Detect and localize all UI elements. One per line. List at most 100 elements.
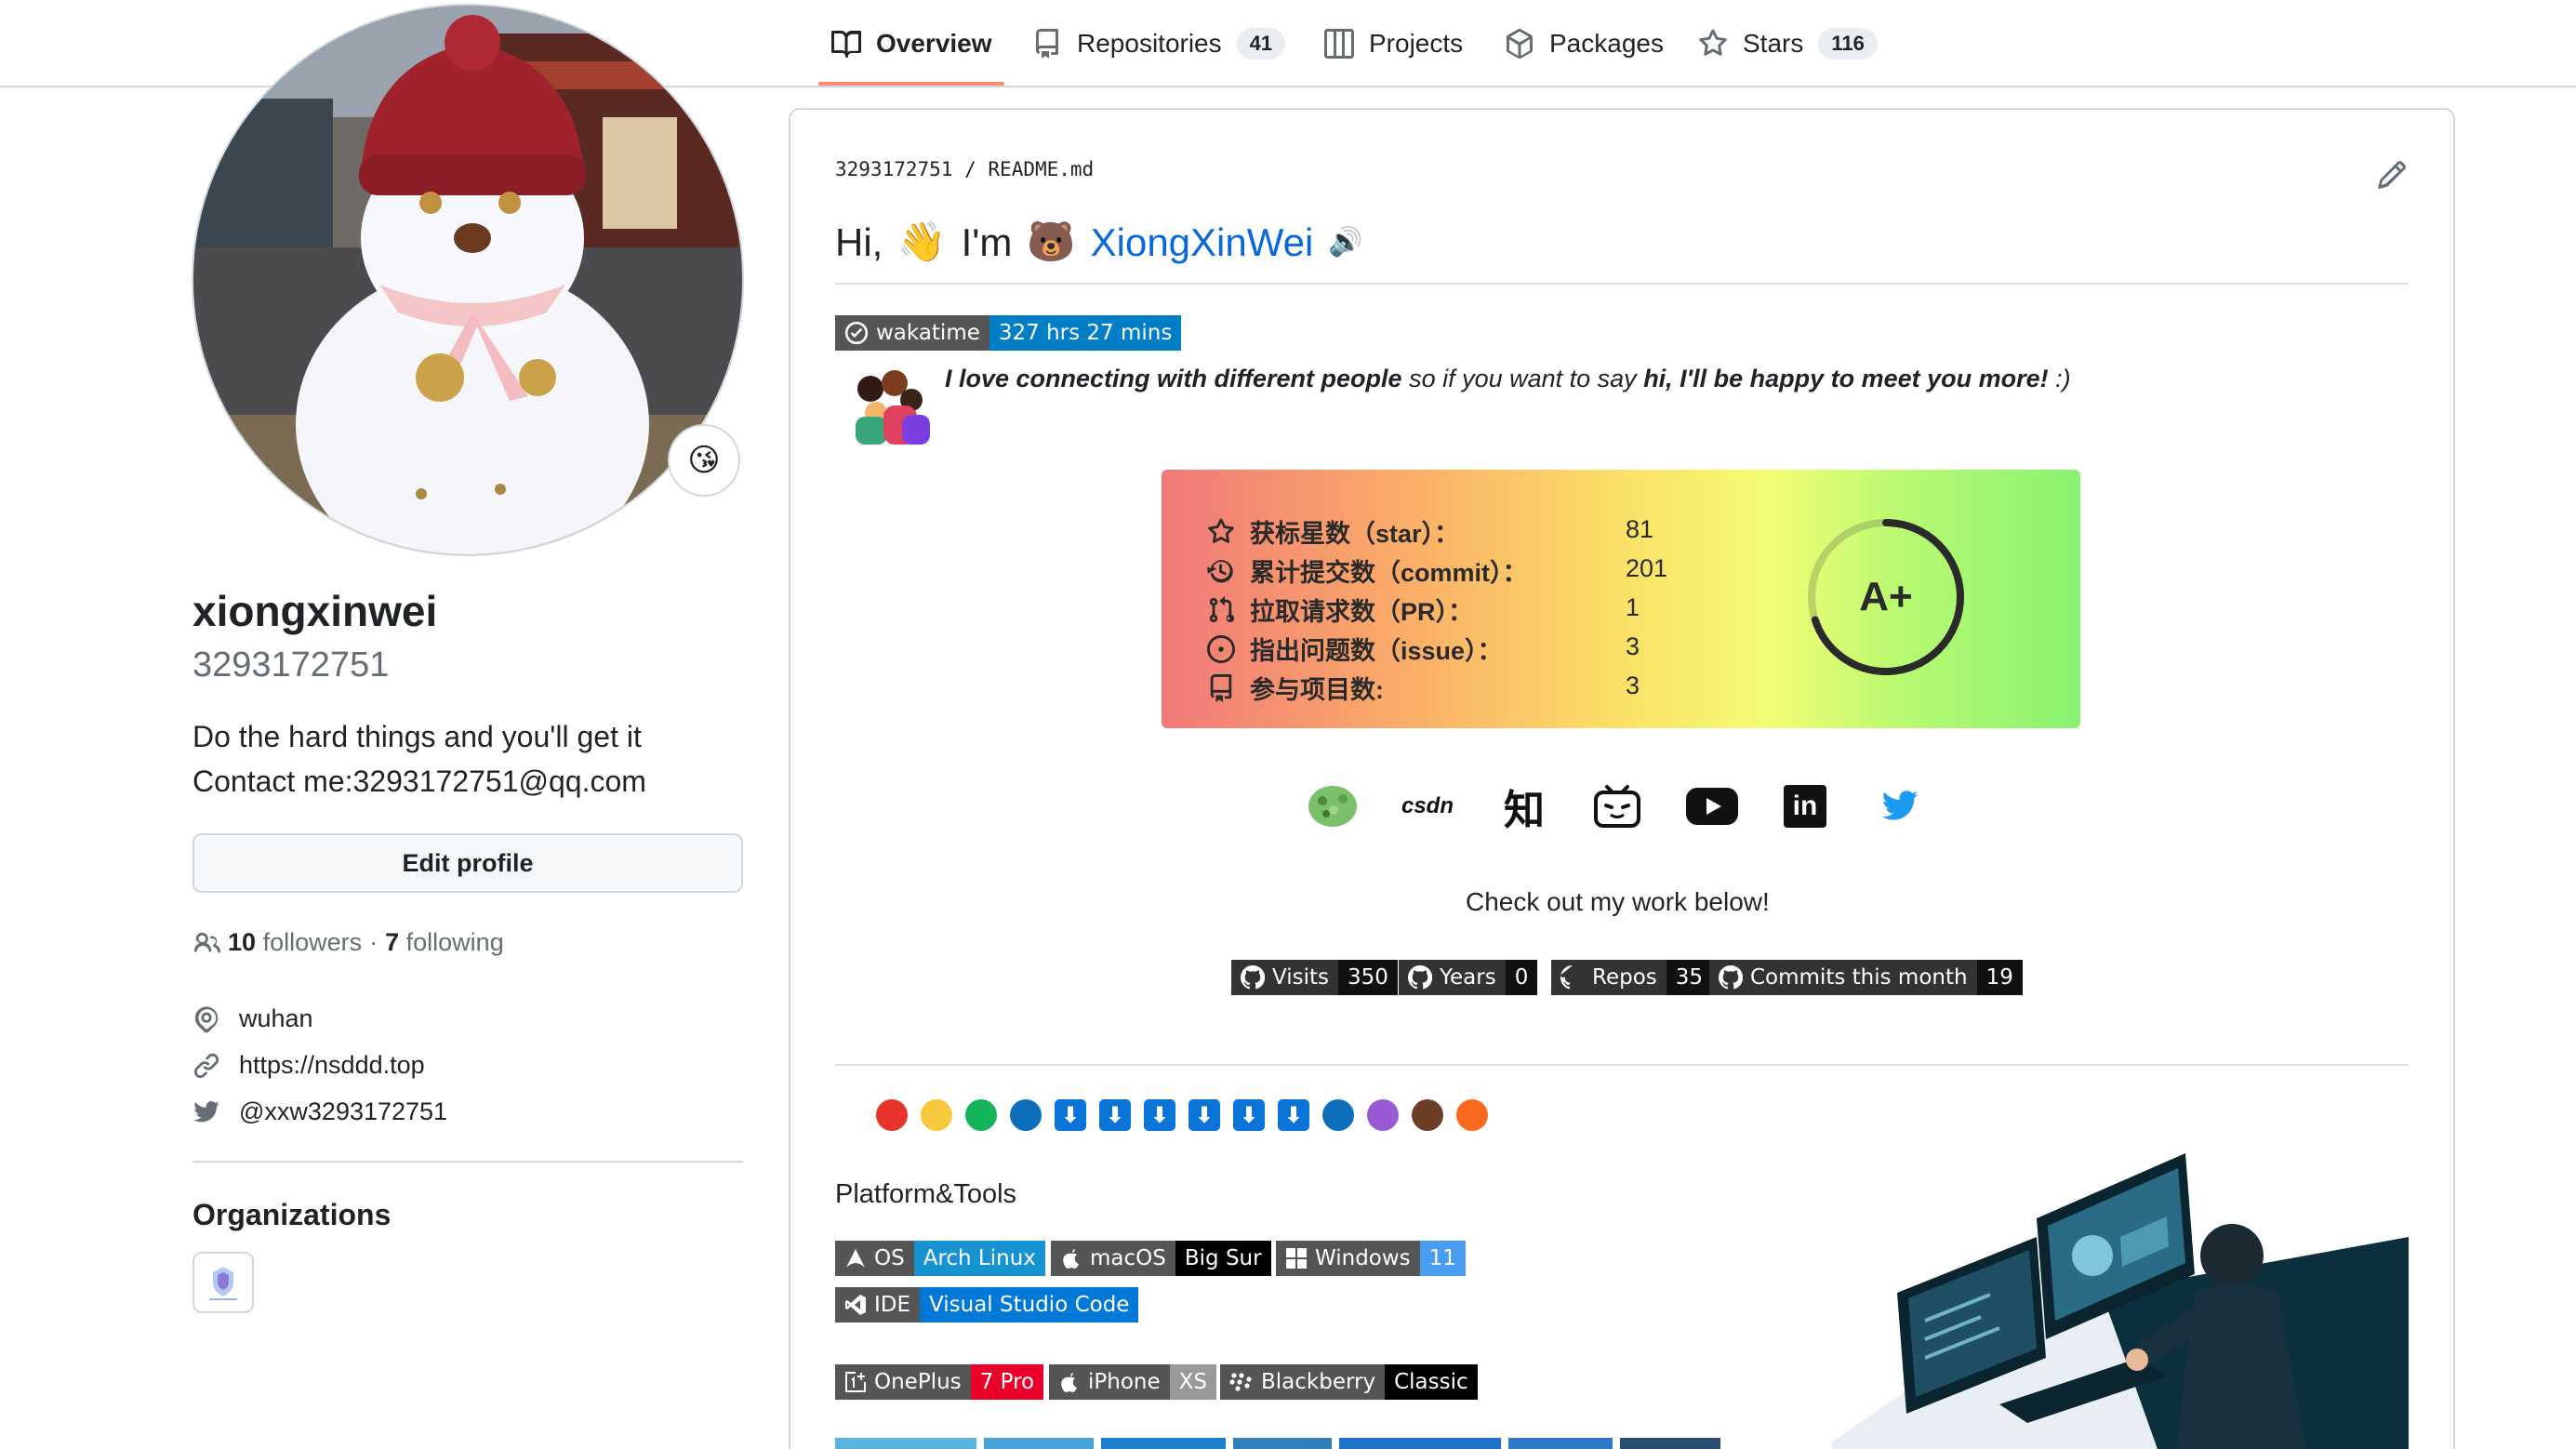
stat-label-issues: 指出问题数（issue）： — [1250, 637, 1503, 665]
dot-separator: · — [369, 928, 378, 956]
ide-badge[interactable]: IDE Visual Studio Code — [835, 1287, 1139, 1323]
heading-rule — [835, 283, 2409, 285]
tab-packages[interactable]: Packages — [1505, 17, 1664, 71]
stat-label-contributed: 参与项目数: — [1250, 676, 1384, 704]
partial-badge — [835, 1438, 976, 1449]
iphone-value: XS — [1169, 1364, 1216, 1400]
repos-value: 35 — [1666, 960, 1713, 995]
stars-count: 116 — [1818, 28, 1878, 60]
stat-label-stars: 获标星数（star）： — [1250, 520, 1460, 548]
username: 3293172751 — [193, 645, 390, 685]
stat-row-contributed: 参与项目数: — [1207, 670, 1384, 706]
location-icon — [194, 1005, 219, 1032]
visits-value: 350 — [1338, 960, 1398, 995]
blackberry-badge[interactable]: Blackberry Classic — [1220, 1364, 1478, 1400]
iphone-badge[interactable]: iPhone XS — [1049, 1364, 1216, 1400]
twitter-link[interactable] — [1873, 779, 1927, 833]
followers-link[interactable]: 10 followers — [228, 928, 362, 957]
visits-label: Visits — [1272, 965, 1329, 990]
following-label: following — [405, 928, 504, 956]
years-value: 0 — [1505, 960, 1538, 995]
youtube-link[interactable] — [1685, 779, 1739, 833]
pencil-icon[interactable] — [2377, 160, 2407, 190]
github-icon — [1560, 965, 1573, 990]
organization-logo-icon — [209, 1267, 237, 1300]
blackberry-value: Classic — [1385, 1364, 1478, 1400]
years-label: Years — [1440, 965, 1496, 990]
tab-repositories-label: Repositories — [1077, 29, 1222, 58]
readme-path-sep: / — [964, 158, 976, 180]
link-icon — [193, 1053, 219, 1078]
repos-badge[interactable]: Repos 35 — [1551, 960, 1713, 995]
following-link[interactable]: 7 following — [385, 928, 504, 957]
github-icon — [1719, 965, 1743, 990]
people-illustration — [856, 370, 930, 445]
macos-value: Big Sur — [1175, 1241, 1271, 1276]
avatar[interactable] — [192, 4, 744, 556]
blackberry-icon — [1229, 1373, 1252, 1391]
wechat-link[interactable] — [1306, 779, 1360, 833]
ide-label: IDE — [874, 1293, 911, 1317]
star-icon — [1699, 29, 1727, 56]
macos-badge[interactable]: macOS Big Sur — [1051, 1241, 1271, 1276]
ide-value: Visual Studio Code — [920, 1287, 1139, 1323]
os-value: Arch Linux — [913, 1241, 1045, 1276]
tab-projects[interactable]: Projects — [1324, 17, 1463, 71]
location-row: wuhan — [193, 1004, 313, 1033]
oneplus-badge[interactable]: OnePlus 7 Pro — [835, 1364, 1044, 1400]
repositories-count: 41 — [1236, 28, 1286, 60]
wakatime-badge-label: wakatime — [835, 315, 989, 351]
partial-badge — [984, 1438, 1094, 1449]
repos-badge-left: Repos — [1551, 960, 1666, 995]
intro-plain-d: :) — [2048, 365, 2071, 392]
display-name: xiongxinwei — [193, 587, 438, 635]
download-icon: ⬇ — [1144, 1099, 1175, 1131]
readme-path-user[interactable]: 3293172751 — [835, 158, 952, 180]
status-emoji-button[interactable]: 😘 — [668, 424, 740, 497]
windows-badge[interactable]: Windows 11 — [1276, 1241, 1466, 1276]
download-icon: ⬇ — [1278, 1099, 1309, 1131]
stat-row-issues: 指出问题数（issue）： — [1207, 631, 1503, 667]
wakatime-badge[interactable]: wakatime 327 hrs 27 mins — [835, 315, 1182, 351]
zhihu-link[interactable]: 知 — [1497, 779, 1551, 833]
commits-month-label: Commits this month — [1750, 965, 1968, 990]
apple-icon — [1063, 1249, 1079, 1269]
tab-packages-label: Packages — [1549, 29, 1664, 58]
visits-badge[interactable]: Visits 350 — [1231, 960, 1398, 995]
youtube-icon — [1686, 788, 1738, 825]
github-icon — [1241, 965, 1265, 990]
linkedin-text: in — [1792, 791, 1818, 821]
download-icon: ⬇ — [1099, 1099, 1131, 1131]
years-badge[interactable]: Years 0 — [1399, 960, 1538, 995]
tab-stars-label: Stars — [1743, 29, 1804, 58]
os-badge[interactable]: OS Arch Linux — [835, 1241, 1045, 1276]
wakatime-icon — [844, 321, 869, 345]
follow-stats: 10 followers · 7 following — [193, 928, 504, 957]
github-icon — [1408, 965, 1432, 990]
readme-name-link[interactable]: XiongXinWei — [1091, 220, 1314, 265]
twitter-handle-link[interactable]: @xxw3293172751 — [239, 1097, 447, 1126]
issue-icon — [1207, 634, 1235, 663]
organization-avatar[interactable] — [193, 1252, 254, 1313]
tab-repositories[interactable]: Repositories 41 — [1032, 17, 1286, 71]
oneplus-label: OnePlus — [874, 1370, 962, 1394]
edit-profile-button[interactable]: Edit profile — [193, 833, 743, 893]
green-dot — [965, 1099, 997, 1131]
stat-label-prs: 拉取请求数（PR）： — [1250, 598, 1474, 626]
tab-overview[interactable]: Overview — [831, 17, 992, 71]
wechat-icon — [1308, 786, 1357, 827]
bilibili-link[interactable] — [1590, 779, 1644, 833]
website-link[interactable]: https://nsddd.top — [239, 1051, 425, 1080]
section-rule — [835, 1064, 2409, 1066]
brown-dot — [1412, 1099, 1443, 1131]
im-text: I'm — [961, 219, 1013, 264]
commits-month-badge[interactable]: Commits this month 19 — [1709, 960, 2023, 995]
linkedin-link[interactable]: in — [1778, 779, 1832, 833]
stat-value-issues: 3 — [1626, 632, 1640, 660]
apple-icon — [1061, 1373, 1077, 1392]
partial-badge — [1620, 1438, 1720, 1449]
wakatime-label: wakatime — [876, 321, 980, 345]
csdn-link[interactable]: csdn — [1401, 779, 1454, 833]
windows-icon — [1286, 1248, 1307, 1269]
tab-stars[interactable]: Stars 116 — [1698, 17, 1878, 71]
